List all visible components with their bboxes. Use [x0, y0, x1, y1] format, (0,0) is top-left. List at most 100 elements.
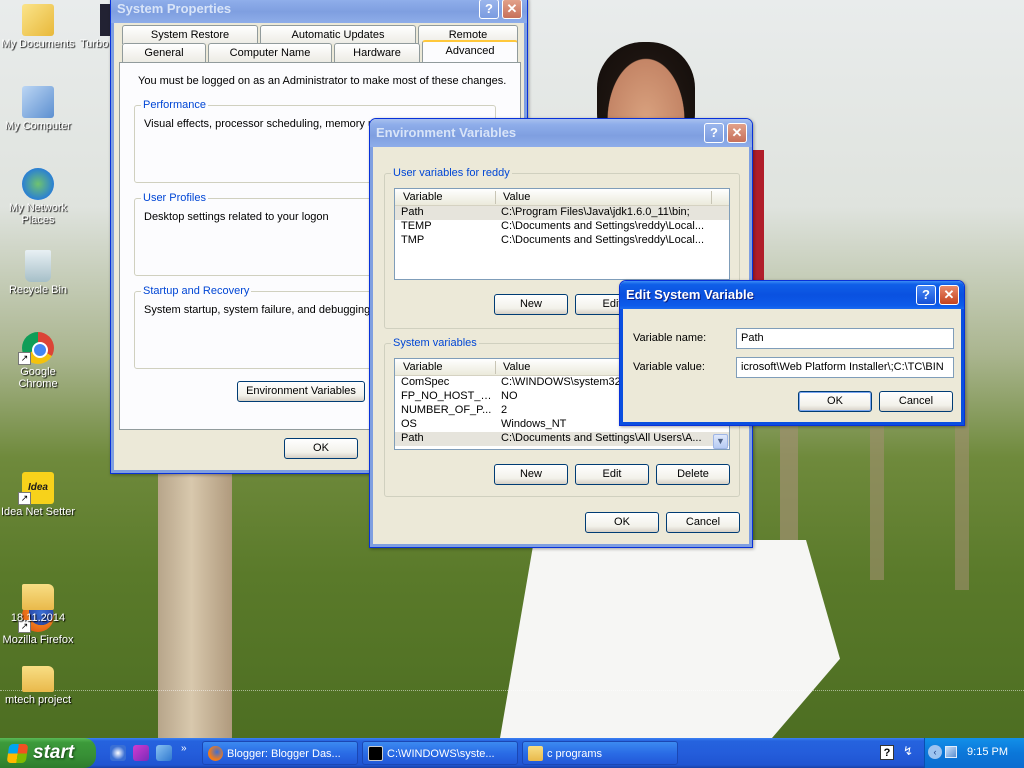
system-new-button[interactable]: New [494, 464, 568, 485]
desktop-icon-label: My Computer [4, 120, 72, 132]
window-title: Edit System Variable [626, 287, 754, 302]
variable-name-cell: FP_NO_HOST_C... [401, 390, 495, 402]
table-row[interactable]: Path C:\Documents and Settings\All Users… [395, 432, 729, 446]
wallpaper-tree [955, 400, 969, 590]
edit-system-variable-titlebar[interactable]: Edit System Variable ? ✕ [620, 281, 964, 309]
system-edit-button[interactable]: Edit [575, 464, 649, 485]
taskbar-item-label: c programs [547, 748, 603, 760]
tab-advanced[interactable]: Advanced [422, 40, 518, 62]
network-globe-icon [22, 168, 54, 200]
variable-name-cell: NUMBER_OF_P... [401, 404, 492, 416]
column-header-value[interactable]: Value [503, 191, 530, 203]
edit-system-variable-dialog: Edit System Variable ? ✕ Variable name: … [619, 280, 965, 426]
group-legend: User Profiles [141, 192, 208, 204]
table-row[interactable]: TMP C:\Documents and Settings\reddy\Loca… [395, 234, 729, 248]
desktop-icon-label: Google Chrome [18, 366, 58, 390]
system-delete-button[interactable]: Delete [656, 464, 730, 485]
column-header-value[interactable]: Value [503, 361, 530, 373]
user-new-button[interactable]: New [494, 294, 568, 315]
ok-button[interactable]: OK [798, 391, 872, 412]
close-button[interactable]: ✕ [502, 0, 522, 19]
close-button[interactable]: ✕ [727, 123, 747, 143]
scroll-down-button[interactable]: ▼ [713, 434, 728, 449]
close-button[interactable]: ✕ [939, 285, 959, 305]
taskbar: start » Blogger: Blogger Das... C:\WINDO… [0, 738, 1024, 768]
network-tray-icon[interactable] [945, 746, 957, 758]
system-properties-titlebar[interactable]: System Properties ? ✕ [111, 0, 527, 23]
tab-automatic-updates[interactable]: Automatic Updates [260, 25, 416, 44]
quick-launch-browser-icon[interactable] [110, 745, 126, 761]
start-button[interactable]: start [0, 738, 96, 768]
folder-documents-icon [22, 4, 54, 36]
desktop-icon-recycle-bin[interactable]: Recycle Bin [0, 250, 76, 296]
variable-value-cell: C:\Documents and Settings\reddy\Local... [501, 234, 704, 246]
group-description: Desktop settings related to your logon [144, 211, 329, 223]
tab-computer-name[interactable]: Computer Name [208, 43, 332, 62]
desktop-icon-folder-18-11-2014[interactable]: 18.11.2014 [0, 578, 76, 624]
column-divider[interactable] [495, 191, 496, 204]
desktop-icon-label: 18.11.2014 [10, 612, 66, 624]
group-description: Visual effects, processor scheduling, me… [144, 118, 380, 130]
tab-general[interactable]: General [122, 43, 206, 62]
desktop-icon-label: Recycle Bin [8, 284, 68, 296]
desktop-icon-my-documents[interactable]: My Documents [0, 4, 76, 50]
variable-name-field[interactable]: Path [736, 328, 954, 349]
table-row[interactable]: Path C:\Program Files\Java\jdk1.6.0_11\b… [395, 206, 729, 220]
variable-value-cell: C:\Documents and Settings\All Users\A... [501, 432, 702, 444]
wallpaper-figure [500, 540, 840, 738]
ok-button[interactable]: OK [585, 512, 659, 533]
help-button[interactable]: ? [916, 285, 936, 305]
group-legend: User variables for reddy [391, 167, 512, 179]
tab-system-restore[interactable]: System Restore [122, 25, 258, 44]
quick-launch-more-icon[interactable]: » [181, 743, 187, 754]
variable-value-cell: C:\Program Files\Java\jdk1.6.0_11\bin; [501, 206, 690, 218]
edit-system-variable-body: Variable name: Path Variable value: icro… [623, 309, 961, 422]
chevron-left-icon[interactable]: ‹ [928, 745, 942, 759]
desktop-icon-turbo[interactable]: Turbo [72, 4, 112, 50]
desktop-icon-mtech-project[interactable]: mtech project [0, 660, 76, 706]
tab-hardware[interactable]: Hardware [334, 43, 420, 62]
variable-name-label: Variable name: [633, 332, 707, 344]
variable-value-cell: C:\Documents and Settings\reddy\Local... [501, 220, 704, 232]
help-tray-icon[interactable]: ? [880, 745, 894, 760]
help-button[interactable]: ? [704, 123, 724, 143]
desktop-icon-my-computer[interactable]: My Computer [0, 86, 76, 132]
start-label: start [33, 742, 75, 763]
notification-tray-icon[interactable]: ↯ [903, 744, 913, 758]
column-divider[interactable] [711, 191, 712, 204]
cancel-button[interactable]: Cancel [879, 391, 953, 412]
user-variables-list[interactable]: Variable Value Path C:\Program Files\Jav… [394, 188, 730, 280]
variable-value-field[interactable]: icrosoft\Web Platform Installer\;C:\TC\B… [736, 357, 954, 378]
taskbar-item-command-prompt[interactable]: C:\WINDOWS\syste... [362, 741, 518, 765]
variable-name-cell: Path [401, 206, 424, 218]
window-title: System Properties [117, 1, 232, 16]
ok-button[interactable]: OK [284, 438, 358, 459]
taskbar-item-blogger[interactable]: Blogger: Blogger Das... [202, 741, 358, 765]
folder-icon [528, 746, 543, 761]
environment-variables-titlebar[interactable]: Environment Variables ? ✕ [370, 119, 752, 147]
help-button[interactable]: ? [479, 0, 499, 19]
group-description: System startup, system failure, and debu… [144, 304, 382, 316]
column-divider[interactable] [495, 361, 496, 374]
column-header-variable[interactable]: Variable [403, 361, 443, 373]
desktop-icon-label: Idea Net Setter [1, 506, 75, 518]
desktop-icon-label: My Network Places [8, 202, 68, 226]
group-legend: System variables [391, 337, 479, 349]
column-header-variable[interactable]: Variable [403, 191, 443, 203]
quick-launch-desktop-icon[interactable] [156, 745, 172, 761]
variable-name-cell: Path [401, 432, 424, 444]
taskbar-item-c-programs[interactable]: c programs [522, 741, 678, 765]
cancel-button[interactable]: Cancel [666, 512, 740, 533]
desktop-icon-idea-net-setter[interactable]: Idea Idea Net Setter [0, 472, 76, 518]
desktop-icon-my-network-places[interactable]: My Network Places [0, 168, 76, 226]
folder-icon [22, 666, 54, 692]
clock[interactable]: 9:15 PM [967, 746, 1008, 758]
window-title: Environment Variables [376, 125, 517, 140]
variable-value-label: Variable value: [633, 361, 705, 373]
taskbar-item-label: Blogger: Blogger Das... [227, 748, 341, 760]
quick-launch-media-icon[interactable] [133, 745, 149, 761]
environment-variables-button[interactable]: Environment Variables [237, 381, 365, 402]
table-row[interactable]: TEMP C:\Documents and Settings\reddy\Loc… [395, 220, 729, 234]
desktop-icon-google-chrome[interactable]: Google Chrome [0, 332, 76, 390]
windows-flag-icon [6, 744, 29, 763]
